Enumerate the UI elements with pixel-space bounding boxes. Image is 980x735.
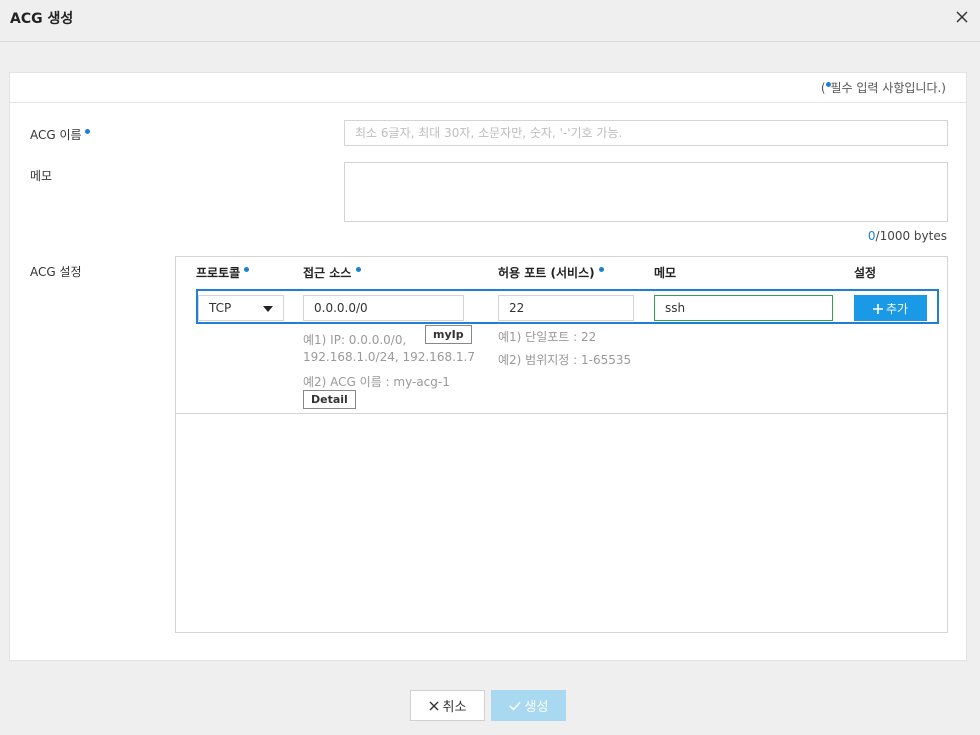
source-hint-line1: 예1) IP: 0.0.0.0/0, [303, 333, 407, 347]
required-dot-icon [355, 267, 361, 272]
byte-counter: 0/1000 bytes [867, 229, 947, 243]
add-rule-button[interactable]: 추가 [854, 295, 927, 321]
protocol-select[interactable]: TCP [198, 295, 284, 321]
close-icon[interactable] [954, 9, 970, 25]
acg-rules-table: 프로토콜 접근 소스 허용 포트 (서비스) 메모 설정 TCP 추가 myIp… [175, 256, 948, 633]
divider [176, 413, 947, 414]
chevron-down-icon [263, 306, 273, 312]
source-input[interactable] [303, 295, 464, 321]
dialog-body: (필수 입력 사항입니다.) ACG 이름 메모 0/1000 bytes AC… [9, 72, 967, 661]
port-hint-line1: 예1) 단일포트 : 22 [498, 330, 597, 344]
source-hint-line2: 192.168.1.0/24, 192.168.1.7 [303, 350, 475, 364]
create-button[interactable]: 생성 [491, 690, 566, 721]
header-memo: 메모 [654, 266, 677, 280]
port-input[interactable] [498, 295, 634, 321]
x-icon [429, 701, 439, 711]
rule-memo-input[interactable] [654, 295, 833, 321]
required-note: (필수 입력 사항입니다.) [820, 81, 946, 95]
required-dot-icon [244, 267, 250, 272]
acg-settings-label: ACG 설정 [30, 265, 82, 279]
required-dot-icon [85, 129, 91, 134]
port-hint-line2: 예2) 범위지정 : 1-65535 [498, 353, 632, 367]
dialog-titlebar: ACG 생성 [0, 0, 980, 42]
header-setting: 설정 [854, 266, 877, 280]
memo-label: 메모 [30, 169, 53, 183]
plus-icon [872, 303, 883, 314]
check-icon [508, 701, 521, 711]
acg-name-label: ACG 이름 [30, 126, 91, 143]
header-source: 접근 소스 [303, 264, 361, 281]
cancel-button[interactable]: 취소 [410, 690, 485, 721]
detail-button[interactable]: Detail [303, 390, 356, 409]
memo-textarea[interactable] [344, 162, 948, 222]
header-protocol: 프로토콜 [196, 264, 250, 281]
dialog-title: ACG 생성 [10, 11, 74, 27]
required-dot-icon [598, 267, 604, 272]
header-port: 허용 포트 (서비스) [498, 264, 604, 281]
acg-table-header: 프로토콜 접근 소스 허용 포트 (서비스) 메모 설정 [176, 257, 947, 287]
divider [10, 102, 966, 103]
acg-name-input[interactable] [344, 120, 948, 146]
source-hint-line3: 예2) ACG 이름 : my-acg-1 [303, 375, 450, 389]
my-ip-button[interactable]: myIp [425, 325, 472, 344]
